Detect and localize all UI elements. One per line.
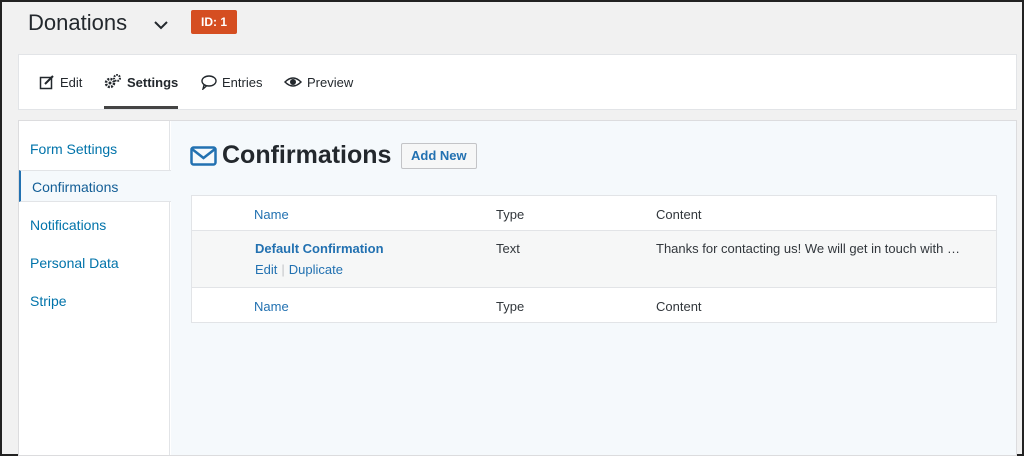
column-footer-name[interactable]: Name	[254, 299, 289, 314]
gears-icon	[104, 74, 121, 89]
envelope-icon	[190, 146, 217, 171]
speech-bubble-icon	[201, 75, 217, 90]
tab-label: Entries	[222, 74, 263, 90]
settings-panel: Form Settings Confirmations Notification…	[18, 120, 1017, 456]
sidebar-item-confirmations[interactable]: Confirmations	[19, 170, 171, 202]
confirmation-content: Thanks for contacting us! We will get in…	[656, 241, 960, 256]
confirmation-name-link[interactable]: Default Confirmation	[255, 241, 384, 256]
table-footer-row: Name Type Content	[192, 288, 996, 322]
sidebar-item-form-settings[interactable]: Form Settings	[19, 133, 170, 165]
tab-settings[interactable]: Settings	[104, 55, 179, 109]
tab-label: Settings	[127, 74, 179, 90]
tab-label: Edit	[60, 74, 83, 90]
duplicate-link[interactable]: Duplicate	[289, 262, 343, 277]
sidebar-item-personal-data[interactable]: Personal Data	[19, 247, 170, 279]
chevron-down-icon[interactable]	[152, 16, 170, 34]
sidebar-item-notifications[interactable]: Notifications	[19, 209, 170, 241]
confirmations-content: Confirmations Add New Name Type Content …	[171, 121, 1016, 455]
settings-sidebar: Form Settings Confirmations Notification…	[19, 121, 171, 455]
table-row: Default Confirmation Edit | Duplicate Text…	[192, 231, 996, 288]
column-header-content: Content	[656, 207, 702, 222]
confirmations-table: Name Type Content Default Confirmation E…	[191, 195, 997, 323]
eye-icon	[284, 77, 302, 87]
divider: |	[281, 262, 285, 277]
form-header: Donations ID: 1	[2, 2, 1022, 50]
column-header-name[interactable]: Name	[254, 207, 289, 222]
edit-icon	[39, 75, 54, 90]
column-footer-type: Type	[496, 299, 525, 314]
form-title: Donations	[28, 10, 128, 35]
tab-entries[interactable]: Entries	[201, 55, 262, 109]
column-footer-content: Content	[656, 299, 702, 314]
form-id-badge: ID: 1	[191, 10, 238, 34]
tab-label: Preview	[307, 74, 354, 90]
confirmation-type: Text	[496, 241, 520, 256]
sidebar-item-stripe[interactable]: Stripe	[19, 285, 170, 317]
column-header-type: Type	[496, 207, 525, 222]
add-new-button[interactable]: Add New	[401, 143, 477, 169]
edit-link[interactable]: Edit	[255, 262, 277, 277]
page-title: Confirmations	[222, 141, 392, 169]
tab-edit[interactable]: Edit	[39, 55, 82, 109]
tab-preview[interactable]: Preview	[284, 55, 353, 109]
table-header-row: Name Type Content	[192, 196, 996, 231]
row-actions: Edit | Duplicate	[255, 262, 343, 277]
form-tabs: Edit Settings Entries Preview	[18, 54, 1017, 110]
